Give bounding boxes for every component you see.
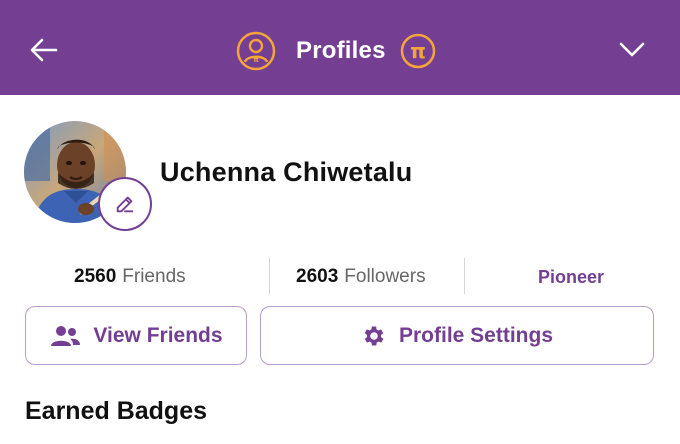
- view-friends-label: View Friends: [93, 323, 223, 347]
- profile-stats: 2560 Friends 2603 Followers Pioneer: [0, 258, 680, 296]
- followers-count: 2603: [296, 266, 339, 287]
- friends-count: 2560: [74, 266, 117, 287]
- arrow-left-icon[interactable]: [28, 34, 60, 66]
- avatar-container: [24, 121, 152, 231]
- followers-stat[interactable]: 2603 Followers: [296, 258, 426, 296]
- app-header: π Profiles π: [0, 0, 680, 95]
- pencil-icon: [116, 196, 134, 213]
- stats-divider: [269, 258, 270, 294]
- profile-settings-button[interactable]: Profile Settings: [260, 306, 654, 365]
- view-friends-button[interactable]: View Friends: [25, 306, 247, 365]
- edit-avatar-button[interactable]: [98, 177, 152, 231]
- user-circle-icon: π: [236, 31, 276, 71]
- user-name: Uchenna Chiwetalu: [160, 157, 413, 187]
- pi-coin-icon: π: [400, 33, 435, 69]
- people-icon: [51, 325, 81, 346]
- gear-icon: [364, 325, 384, 346]
- chevron-down-icon[interactable]: [616, 36, 648, 64]
- friends-stat[interactable]: 2560 Friends: [74, 258, 186, 296]
- stats-divider: [464, 258, 465, 294]
- followers-label: Followers: [344, 266, 426, 287]
- role-label: Pioneer: [538, 266, 605, 287]
- header-title-group: π Profiles π: [236, 31, 436, 71]
- svg-text:π: π: [410, 39, 426, 63]
- earned-badges-heading: Earned Badges: [25, 397, 208, 425]
- profile-settings-label: Profile Settings: [398, 323, 554, 347]
- friends-label: Friends: [122, 266, 186, 287]
- page-title: Profiles: [296, 37, 386, 64]
- svg-text:π: π: [253, 56, 259, 64]
- role-stat: Pioneer: [538, 258, 604, 296]
